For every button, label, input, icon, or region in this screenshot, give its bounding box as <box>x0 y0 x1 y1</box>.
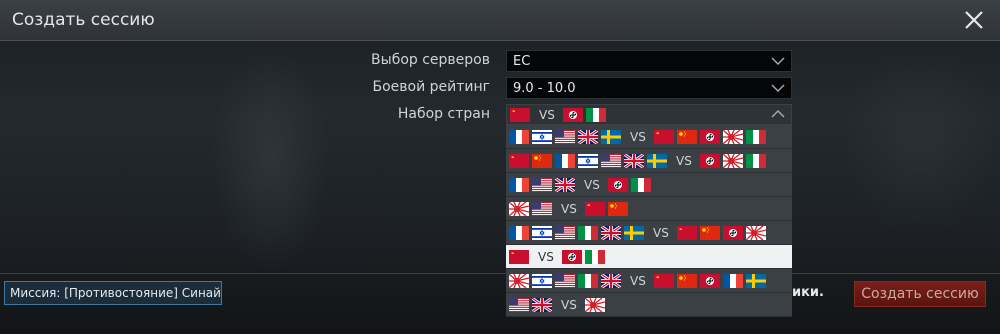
rating-label: Боевой рейтинг <box>372 79 490 95</box>
nations-label: Набор стран <box>397 106 490 122</box>
nations-option[interactable]: VS <box>506 149 792 173</box>
flag-sweden-icon <box>601 129 621 144</box>
background-vehicle-silhouette <box>210 45 330 275</box>
flag-usa-icon <box>532 201 552 216</box>
flag-israel-icon <box>532 225 552 240</box>
flag-china-icon <box>676 129 697 144</box>
chevron-up-icon <box>771 110 785 118</box>
close-icon[interactable] <box>962 8 986 32</box>
flag-france-icon <box>555 153 575 168</box>
flag-china-icon <box>676 273 697 288</box>
create-session-button[interactable]: Создать сессию <box>854 281 986 307</box>
rating-value: 9.0 - 10.0 <box>513 81 576 96</box>
background-vehicle-silhouette-right <box>840 40 1000 240</box>
flag-sweden-icon <box>624 225 644 240</box>
nations-option[interactable]: VS <box>506 125 792 149</box>
flag-italy-icon <box>584 249 605 264</box>
flag-uk-icon <box>532 297 552 312</box>
dialog-titlebar: Создать сессию <box>0 0 1000 41</box>
flag-usa-icon <box>555 129 575 144</box>
nations-option[interactable]: VS <box>506 197 792 221</box>
flag-italy-icon <box>585 108 606 122</box>
flag-germany-icon <box>699 129 720 144</box>
flag-usa-icon <box>509 297 529 312</box>
nations-selected-value: VS <box>510 108 609 122</box>
flag-japan-icon <box>745 225 766 240</box>
nations-option[interactable]: VS <box>506 221 792 245</box>
flag-germany-icon <box>722 225 743 240</box>
flag-israel-icon <box>532 129 552 144</box>
mission-info[interactable]: Миссия: [Противостояние] Синай <box>4 281 222 305</box>
footer-truncated-text: ики. <box>792 285 824 300</box>
chevron-down-icon <box>771 84 785 92</box>
flag-france-icon <box>509 129 529 144</box>
flag-germany-icon <box>699 273 720 288</box>
vs-label: VS <box>538 249 554 264</box>
vs-label: VS <box>539 108 555 122</box>
flag-usa-icon <box>555 273 575 288</box>
flag-france-icon <box>509 177 529 192</box>
vs-label: VS <box>584 177 600 192</box>
flag-ussr-icon <box>653 129 674 144</box>
flag-germany-icon <box>607 177 628 192</box>
vs-label: VS <box>561 201 577 216</box>
flag-italy-icon <box>745 153 766 168</box>
flag-france-icon <box>509 225 529 240</box>
nations-option[interactable]: VS <box>506 293 792 317</box>
nations-dropdown-list: VS VS VS VS VS VS VS VS <box>506 125 792 317</box>
vs-label: VS <box>653 225 669 240</box>
flag-france-icon <box>722 273 743 288</box>
flag-ussr-icon <box>653 273 674 288</box>
flag-japan-icon <box>584 297 605 312</box>
flag-ussr-icon <box>509 153 529 168</box>
flag-uk-icon <box>578 129 598 144</box>
rating-select[interactable]: 9.0 - 10.0 <box>506 77 792 99</box>
flag-germany-icon <box>561 249 582 264</box>
server-select[interactable]: ЕС <box>506 50 792 72</box>
flag-japan-icon <box>509 273 529 288</box>
flag-usa-icon <box>555 225 575 240</box>
flag-ussr-icon <box>510 108 530 122</box>
flag-sweden-icon <box>745 273 766 288</box>
flag-usa-icon <box>532 177 552 192</box>
flag-china-icon <box>607 201 628 216</box>
vs-label: VS <box>630 129 646 144</box>
flag-china-icon <box>699 225 720 240</box>
flag-uk-icon <box>601 273 621 288</box>
flag-ussr-icon <box>509 249 529 264</box>
flag-germany-icon <box>562 108 583 122</box>
chevron-down-icon <box>771 57 785 65</box>
nations-option[interactable]: VS <box>506 173 792 197</box>
flag-uk-icon <box>601 225 621 240</box>
flag-italy-icon <box>578 225 598 240</box>
flag-china-icon <box>532 153 552 168</box>
flag-italy-icon <box>630 177 651 192</box>
flag-ussr-icon <box>584 201 605 216</box>
server-label: Выбор серверов <box>371 52 490 68</box>
flag-usa-icon <box>601 153 621 168</box>
nations-option[interactable]: VS <box>506 245 792 269</box>
vs-label: VS <box>561 297 577 312</box>
flag-japan-icon <box>509 201 529 216</box>
flag-israel-icon <box>578 153 598 168</box>
server-value: ЕС <box>513 54 531 69</box>
flag-israel-icon <box>532 273 552 288</box>
flag-uk-icon <box>624 153 644 168</box>
flag-italy-icon <box>578 273 598 288</box>
flag-uk-icon <box>555 177 575 192</box>
mission-text: Миссия: [Противостояние] Синай <box>10 286 221 300</box>
vs-label: VS <box>676 153 692 168</box>
flag-sweden-icon <box>647 153 667 168</box>
nations-select[interactable]: VS <box>506 104 792 125</box>
flag-ussr-icon <box>676 225 697 240</box>
vs-label: VS <box>630 273 646 288</box>
flag-germany-icon <box>699 153 720 168</box>
flag-japan-icon <box>722 129 743 144</box>
footer-divider <box>0 273 1000 274</box>
dialog-title: Создать сессию <box>12 10 155 30</box>
flag-japan-icon <box>722 153 743 168</box>
flag-italy-icon <box>745 129 766 144</box>
